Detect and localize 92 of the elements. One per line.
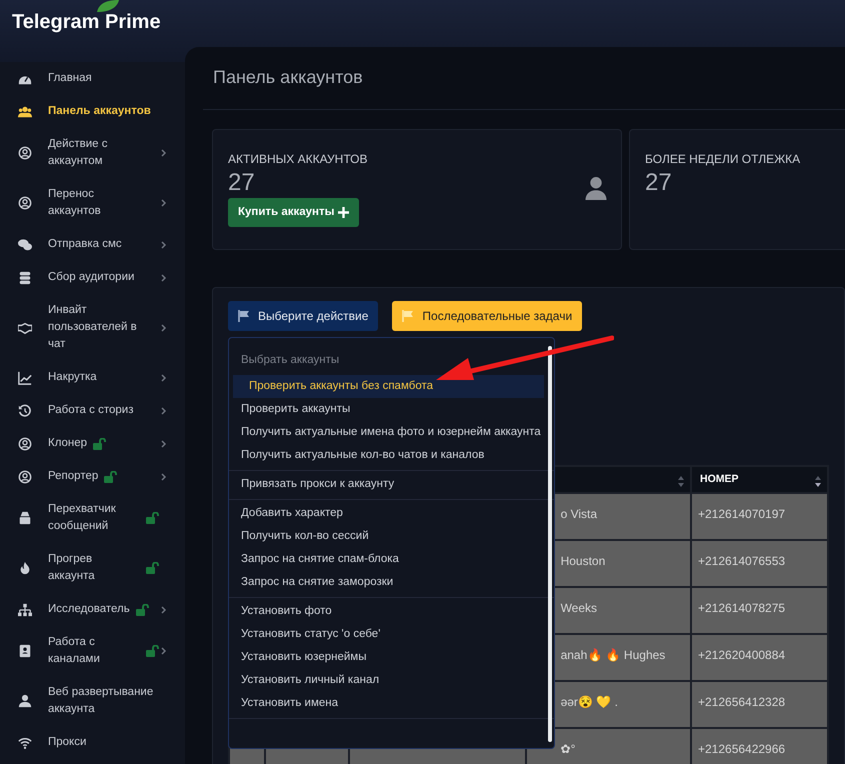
sidebar-item[interactable]: Сбор аудитории [0,261,185,294]
menu-header: Выбрать аккаунты [240,353,340,368]
leaf-icon [95,0,121,12]
phone-text: +212614076553 [698,554,786,568]
page-title: Панель аккаунтов [203,47,845,110]
sidebar-label: Репортер [48,469,98,484]
column-header: НОМЕР [700,472,738,485]
sidebar-label: Работа с сториз [48,403,134,418]
name-text: anah🔥 🔥 Hughes [560,648,666,662]
sidebar-label: Панель аккаунтов [48,104,151,119]
name-text: Houston [560,554,606,568]
sidebar-item[interactable]: Накрутка [0,361,185,394]
user-circle-icon [18,470,32,484]
database-icon [18,270,32,284]
menu-item[interactable]: Запрос на снятие спам-блока [229,548,544,571]
sidebar-item[interactable]: Работа с сториз [0,394,185,427]
sidebar-label: Прокси [48,735,86,750]
user-icon [584,176,608,200]
chart-icon [18,370,32,384]
wifi-icon [18,736,32,750]
menu-item[interactable]: Добавить характер [229,502,544,525]
sidebar-item[interactable]: Перехватчик сообщений [0,493,185,543]
phone-text: +212614078275 [698,601,786,615]
menu-item[interactable]: Получить кол-во сессий [229,525,544,548]
phone-text: +212656412328 [698,695,786,709]
sidebar-item[interactable]: Клонер [0,427,185,460]
sidebar-label: Инвайт пользователей в чат [48,303,138,352]
sidebar-item[interactable]: Прокси [0,726,185,759]
user-icon [18,694,32,708]
menu-item[interactable]: Запрос на снятие заморозки [229,571,544,594]
sidebar-label: Главная [48,71,92,86]
flag-icon [402,310,414,322]
sidebar-label: Действие с аккаунтом [48,137,108,169]
sidebar-label: Сбор аудитории [48,270,134,285]
user-circle-icon [18,196,32,210]
menu-item[interactable]: Проверить аккаунты [229,398,544,421]
action-button[interactable]: Выберите действие [228,301,378,331]
user-circle-icon [18,436,32,450]
sidebar-item[interactable]: Инвайт пользователей в чат [0,294,185,361]
sidebar-label: Накрутка [48,370,97,385]
chat-icon [18,238,32,252]
sidebar-item[interactable]: Прогрев аккаунта [0,543,185,593]
plus-icon [338,207,350,218]
scrollbar[interactable] [548,346,552,742]
sidebar-item[interactable]: Работа с каналами [0,626,185,676]
phone-text: +212656422966 [698,742,786,756]
menu-item[interactable]: Получить актуальные имена фото и юзернейм аккаунта [229,421,544,444]
menu-item[interactable]: Установить имена [229,692,544,715]
sidebar-label: Работа с каналами [48,635,101,667]
name-text: ✿° [560,742,576,756]
sidebar-item[interactable]: Исследователь [0,593,185,626]
sidebar-item[interactable]: Главная [0,62,185,95]
buy-accounts-button[interactable]: Купить аккаунты [228,198,360,228]
menu-item[interactable]: Установить личный канал [229,669,544,692]
sidebar-label: Клонер [48,436,88,451]
sidebar-item[interactable]: Веб развертывание аккаунта [0,676,185,726]
flag-icon [238,310,250,322]
menu-item[interactable]: Проверить аккаунты без спамбота [233,375,544,398]
menu-item[interactable]: Установить юзернеймы [229,646,544,669]
stat-value: 27 [645,168,672,198]
sidebar-item[interactable]: Панель аккаунтов [0,95,185,128]
sidebar-item[interactable]: Отправка смс [0,228,185,261]
name-text: Weeks [560,601,598,615]
sidebar-item[interactable]: Перенос аккаунтов [0,178,185,228]
user-circle-icon [18,146,32,160]
stat-label: БОЛЕЕ НЕДЕЛИ ОТЛЕЖКА [645,151,802,168]
sidebar-item[interactable]: Репортер [0,460,185,493]
users-icon [18,104,32,118]
sort-icon[interactable] [815,476,821,487]
app-title: Telegram Prime [12,10,161,35]
sidebar-item[interactable]: Действие с аккаунтом [0,128,185,178]
name-text: əər😵 💛 . [560,695,618,709]
fire-icon [18,561,32,575]
sidebar-label: Прогрев аккаунта [48,552,96,584]
sidebar-label: Перенос аккаунтов [48,187,102,219]
name-text: o Vista [560,507,598,521]
stat-value: 27 [228,168,255,198]
sidebar-label: Исследователь [48,602,130,617]
action-button[interactable]: Последовательные задачи [392,301,582,331]
menu-item[interactable]: Установить статус 'о себе' [229,623,544,646]
menu-item[interactable]: Установить фото [229,600,544,623]
sidebar-label: Отправка смс [48,237,122,252]
stat-label: АКТИВНЫХ АККАУНТОВ [228,151,368,168]
sidebar-label: Перехватчик сообщений [48,502,117,534]
contact-card-icon [18,644,32,658]
sidebar-label: Веб развертывание аккаунта [48,685,154,717]
menu-item[interactable]: Получить актуальные кол-во чатов и каналов [229,444,544,467]
sitemap-icon [18,602,32,616]
menu-item[interactable]: Привязать прокси к аккаунту [229,473,544,496]
phone-text: +212614070197 [698,507,786,521]
phone-text: +212620400884 [698,648,786,662]
history-icon [18,404,32,418]
